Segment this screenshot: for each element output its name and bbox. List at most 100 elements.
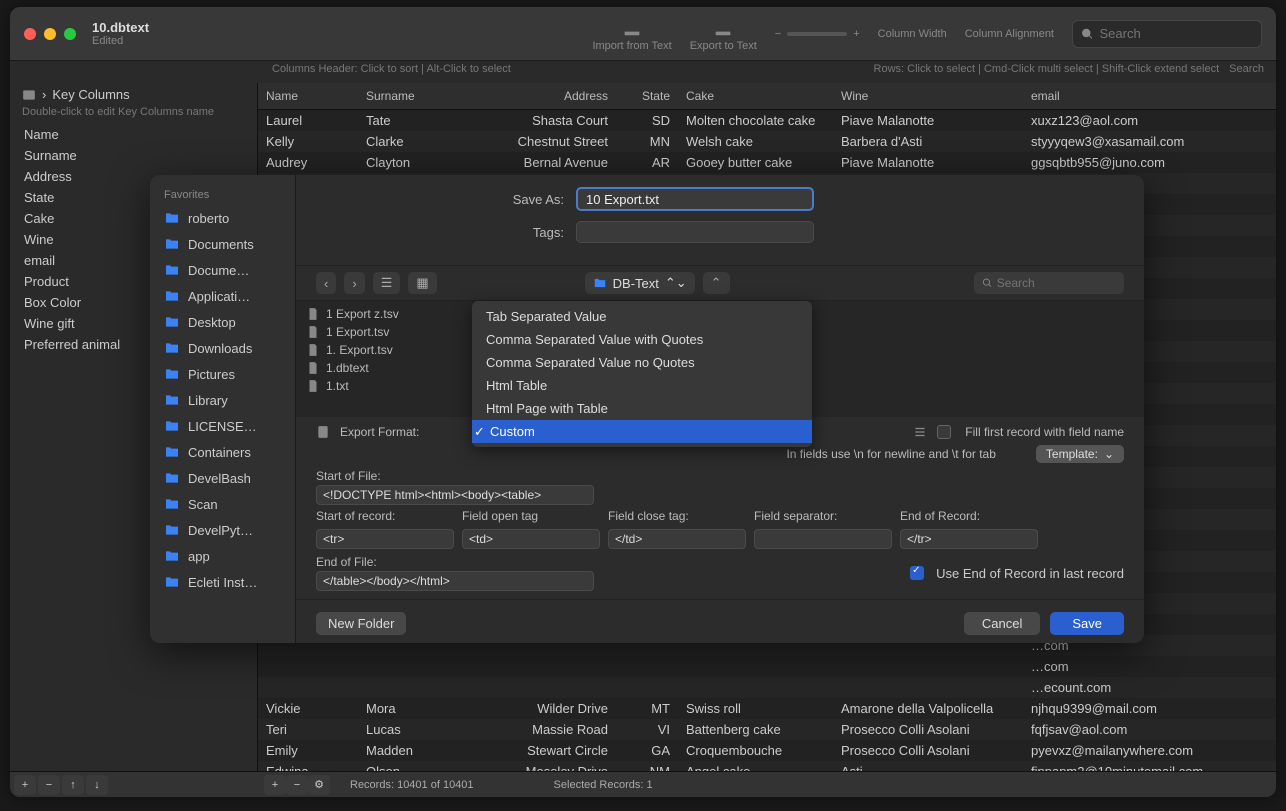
column-header[interactable]: Name bbox=[258, 86, 358, 106]
format-option-tsv[interactable]: Tab Separated Value bbox=[472, 305, 812, 328]
table-row[interactable]: EmilyMaddenStewart CircleGACroquembouche… bbox=[258, 740, 1276, 761]
field-item[interactable]: Surname bbox=[10, 145, 257, 166]
column-header[interactable]: Wine bbox=[833, 86, 1023, 106]
column-header[interactable]: State bbox=[628, 86, 678, 106]
favorite-item[interactable]: DevelBash bbox=[150, 465, 295, 491]
favorite-item[interactable]: app bbox=[150, 543, 295, 569]
forward-button[interactable]: › bbox=[344, 272, 364, 294]
down-button[interactable]: ↓ bbox=[86, 775, 108, 795]
favorite-item[interactable]: roberto bbox=[150, 205, 295, 231]
saveas-input[interactable] bbox=[576, 187, 814, 211]
file-item[interactable]: 1 Export z.tsv bbox=[296, 305, 485, 323]
file-item[interactable]: 1.dbtext bbox=[296, 359, 485, 377]
end-rec-input[interactable] bbox=[900, 529, 1038, 549]
format-option-custom[interactable]: Custom bbox=[472, 420, 812, 443]
favorite-item[interactable]: Pictures bbox=[150, 361, 295, 387]
search-field[interactable] bbox=[1072, 20, 1262, 48]
favorite-item[interactable]: Applicati… bbox=[150, 283, 295, 309]
favorite-item[interactable]: DevelPyt… bbox=[150, 517, 295, 543]
view-grid-button[interactable]: ▦ bbox=[408, 272, 436, 294]
remove-row-button[interactable]: − bbox=[286, 775, 308, 795]
fields-hint: In fields use \n for newline and \t for … bbox=[786, 447, 995, 461]
file-item[interactable]: 1. Export.tsv bbox=[296, 341, 485, 359]
add-row-button[interactable]: + bbox=[264, 775, 286, 795]
sidebar-icon[interactable] bbox=[22, 88, 36, 102]
back-button[interactable]: ‹ bbox=[316, 272, 336, 294]
favorite-item[interactable]: Documents bbox=[150, 231, 295, 257]
favorites-heading: Favorites bbox=[150, 185, 295, 205]
file-icon bbox=[306, 343, 320, 357]
dialog-search[interactable] bbox=[974, 272, 1124, 294]
export-format-dropdown: Tab Separated Value Comma Separated Valu… bbox=[472, 301, 812, 447]
table-cell: NM bbox=[628, 762, 678, 771]
favorite-item[interactable]: Ecleti Inst… bbox=[150, 569, 295, 595]
new-folder-button[interactable]: New Folder bbox=[316, 612, 406, 635]
table-cell: Chestnut Street bbox=[478, 132, 628, 151]
favorite-item[interactable]: Desktop bbox=[150, 309, 295, 335]
gear-button[interactable]: ⚙ bbox=[308, 775, 330, 795]
table-row[interactable]: EdwinaOlsenMoseley DriveNMAngel cakeAsti… bbox=[258, 761, 1276, 771]
tags-input[interactable] bbox=[576, 221, 814, 243]
use-end-checkbox[interactable] bbox=[910, 566, 924, 580]
format-option-html-page[interactable]: Html Page with Table bbox=[472, 397, 812, 420]
folder-icon bbox=[164, 496, 180, 512]
favorite-item[interactable]: Docume… bbox=[150, 257, 295, 283]
table-cell bbox=[628, 678, 678, 697]
close-window-button[interactable] bbox=[24, 28, 36, 40]
cancel-button[interactable]: Cancel bbox=[964, 612, 1040, 635]
minimize-window-button[interactable] bbox=[44, 28, 56, 40]
column-width-control[interactable]: −+ bbox=[775, 28, 860, 40]
format-option-csv-quotes[interactable]: Comma Separated Value with Quotes bbox=[472, 328, 812, 351]
export-text-button[interactable]: Export to Text bbox=[690, 16, 757, 52]
folder-icon bbox=[164, 574, 180, 590]
search-input[interactable] bbox=[1100, 26, 1254, 41]
breadcrumb-label[interactable]: Key Columns bbox=[52, 87, 129, 102]
favorite-item[interactable]: Containers bbox=[150, 439, 295, 465]
favorite-item[interactable]: Downloads bbox=[150, 335, 295, 361]
table-cell: Audrey bbox=[258, 153, 358, 172]
add-button[interactable]: + bbox=[14, 775, 36, 795]
field-item[interactable]: Name bbox=[10, 124, 257, 145]
format-option-csv-noquotes[interactable]: Comma Separated Value no Quotes bbox=[472, 351, 812, 374]
table-row[interactable]: KellyClarkeChestnut StreetMNWelsh cakeBa… bbox=[258, 131, 1276, 152]
table-row[interactable]: AudreyClaytonBernal AvenueARGooey butter… bbox=[258, 152, 1276, 173]
file-item[interactable]: 1.txt bbox=[296, 377, 485, 395]
table-row[interactable]: LaurelTateShasta CourtSDMolten chocolate… bbox=[258, 110, 1276, 131]
up-button[interactable]: ↑ bbox=[62, 775, 84, 795]
start-rec-input[interactable] bbox=[316, 529, 454, 549]
table-cell: Stewart Circle bbox=[478, 741, 628, 760]
location-dropdown[interactable]: DB-Text ⌃⌄ bbox=[585, 272, 695, 294]
save-button[interactable]: Save bbox=[1050, 612, 1124, 635]
dialog-search-input[interactable] bbox=[997, 276, 1116, 290]
template-dropdown[interactable]: Template: ⌄ bbox=[1036, 445, 1124, 463]
fill-first-checkbox[interactable] bbox=[937, 425, 951, 439]
favorite-item[interactable]: Library bbox=[150, 387, 295, 413]
format-option-html-table[interactable]: Html Table bbox=[472, 374, 812, 397]
table-row[interactable]: VickieMoraWilder DriveMTSwiss rollAmaron… bbox=[258, 698, 1276, 719]
column-header[interactable]: Cake bbox=[678, 86, 833, 106]
field-sep-input[interactable] bbox=[754, 529, 892, 549]
import-text-button[interactable]: Import from Text bbox=[592, 16, 671, 52]
favorite-item[interactable]: LICENSE… bbox=[150, 413, 295, 439]
remove-button[interactable]: − bbox=[38, 775, 60, 795]
table-row[interactable]: …com bbox=[258, 656, 1276, 677]
table-cell: Teri bbox=[258, 720, 358, 739]
collapse-button[interactable]: ⌃ bbox=[703, 272, 730, 294]
column-header[interactable]: Address bbox=[478, 86, 628, 106]
column-header[interactable]: Surname bbox=[358, 86, 478, 106]
view-columns-button[interactable]: ☰ bbox=[373, 272, 401, 294]
end-file-input[interactable] bbox=[316, 571, 594, 591]
doc-icon bbox=[316, 425, 330, 439]
table-row[interactable]: …ecount.com bbox=[258, 677, 1276, 698]
column-align-label[interactable]: Column Alignment bbox=[965, 28, 1054, 40]
favorite-item[interactable]: Scan bbox=[150, 491, 295, 517]
column-header[interactable]: email bbox=[1023, 86, 1243, 106]
table-cell: MN bbox=[628, 132, 678, 151]
start-file-input[interactable] bbox=[316, 485, 594, 505]
file-item[interactable]: 1 Export.tsv bbox=[296, 323, 485, 341]
field-open-input[interactable] bbox=[462, 529, 600, 549]
field-close-input[interactable] bbox=[608, 529, 746, 549]
table-row[interactable]: TeriLucasMassie RoadVIBattenberg cakePro… bbox=[258, 719, 1276, 740]
table-cell: VI bbox=[628, 720, 678, 739]
maximize-window-button[interactable] bbox=[64, 28, 76, 40]
